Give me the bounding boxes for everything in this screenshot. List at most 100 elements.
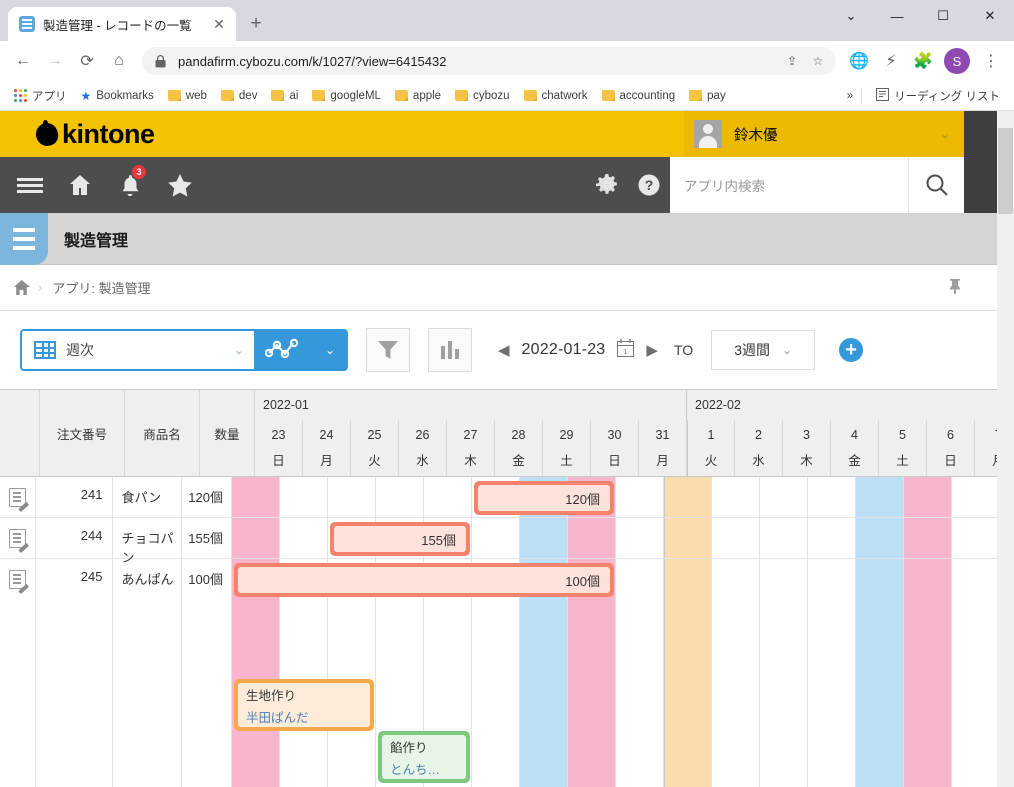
new-tab-button[interactable]: +	[242, 10, 270, 38]
bookmark-folder[interactable]: pay	[683, 87, 732, 105]
table-row[interactable]: 244 チョコパン 155個 155個	[0, 518, 1000, 565]
gantt-day-cell[interactable]	[280, 518, 328, 558]
page-vertical-scrollbar[interactable]	[997, 111, 1014, 787]
view-selector[interactable]: 週次 ⌄ ⌄	[20, 329, 348, 371]
previous-period-button[interactable]: ◀	[498, 341, 510, 359]
bookmark-star-icon[interactable]: ☆	[810, 54, 826, 68]
bookmark-apps[interactable]: アプリ	[8, 85, 73, 107]
gantt-chevron-down-icon[interactable]: ⌄	[314, 331, 346, 369]
gantt-day-cell[interactable]	[760, 477, 808, 517]
gantt-day-cell[interactable]	[856, 559, 904, 787]
gantt-quantity-bar[interactable]: 155個	[330, 522, 470, 556]
gantt-day-cell[interactable]	[520, 518, 568, 558]
breadcrumb-home-icon[interactable]	[8, 279, 34, 296]
gantt-day-cell[interactable]	[808, 477, 856, 517]
gantt-day-cell[interactable]	[664, 477, 712, 517]
bookmark-folder[interactable]: web	[162, 87, 213, 105]
gantt-day-cell[interactable]	[568, 518, 616, 558]
forward-icon[interactable]: →	[40, 46, 70, 76]
close-window-button[interactable]: ✕	[966, 0, 1014, 32]
gantt-day-cell[interactable]	[712, 477, 760, 517]
gantt-day-cell[interactable]	[616, 559, 664, 787]
gantt-day-cell[interactable]	[376, 477, 424, 517]
gantt-day-cell[interactable]	[760, 518, 808, 558]
bookmark-folder[interactable]: googleML	[306, 87, 387, 105]
start-date-value[interactable]: 2022-01-23	[522, 341, 606, 359]
kintone-logo[interactable]: kintone	[33, 119, 155, 149]
gantt-day-cell[interactable]	[712, 518, 760, 558]
share-icon[interactable]: ⇪	[784, 54, 800, 68]
home-icon[interactable]	[62, 167, 98, 203]
table-row[interactable]: 245あんぱん100個100個生地作り半田ぱんだ餡作りとんち…成型鈴木優	[0, 559, 1000, 787]
gantt-task-bar[interactable]: 餡作り とんち…	[378, 731, 470, 783]
add-record-button[interactable]: +	[839, 338, 864, 362]
column-header-product[interactable]: 商品名	[125, 390, 200, 476]
gantt-day-cell[interactable]	[664, 518, 712, 558]
bookmark-folder[interactable]: apple	[389, 87, 447, 105]
edit-record-button[interactable]	[0, 559, 37, 787]
close-tab-icon[interactable]: ✕	[210, 15, 228, 33]
gantt-day-cell[interactable]	[952, 477, 1000, 517]
chevron-down-icon[interactable]: ⌄	[782, 343, 792, 357]
edit-record-button[interactable]	[0, 477, 37, 517]
range-selector[interactable]: 3週間 ⌄	[711, 330, 816, 370]
edit-record-button[interactable]	[0, 518, 37, 558]
overflow-chevron-icon[interactable]: »	[847, 90, 853, 102]
notifications-bell-icon[interactable]: 3	[112, 165, 148, 203]
reading-list-button[interactable]: リーディング リスト	[870, 85, 1006, 107]
gear-icon[interactable]	[586, 157, 628, 213]
gantt-day-cell[interactable]	[856, 477, 904, 517]
gantt-day-cell[interactable]	[424, 477, 472, 517]
next-period-button[interactable]: ▶	[646, 341, 658, 359]
bookmark-folder[interactable]: cybozu	[449, 87, 515, 105]
gantt-day-cell[interactable]	[760, 559, 808, 787]
globe-icon[interactable]: 🌐	[844, 46, 874, 76]
filter-button[interactable]	[366, 328, 410, 372]
gantt-day-cell[interactable]	[664, 559, 712, 787]
calendar-icon[interactable]: 1	[617, 338, 635, 362]
column-header-order-no[interactable]: 注文番号	[40, 390, 125, 476]
flash-icon[interactable]: ⚡	[876, 46, 906, 76]
bookmark-folder[interactable]: ai	[265, 87, 304, 105]
table-row[interactable]: 241 食パン 120個 120個	[0, 477, 1000, 518]
gantt-quantity-bar[interactable]: 100個	[234, 563, 614, 597]
profile-avatar[interactable]: S	[944, 48, 970, 74]
bookmark-bookmarks[interactable]: ★ Bookmarks	[75, 86, 160, 106]
gantt-day-cell[interactable]	[808, 559, 856, 787]
breadcrumb-text[interactable]: アプリ: 製造管理	[52, 278, 150, 297]
gantt-day-cell[interactable]	[328, 477, 376, 517]
pin-icon[interactable]	[948, 278, 962, 297]
reload-icon[interactable]: ⟳	[72, 46, 102, 76]
chrome-menu-icon[interactable]: ⋮	[976, 46, 1006, 76]
back-icon[interactable]: ←	[8, 46, 38, 76]
gantt-day-cell[interactable]	[232, 477, 280, 517]
home-icon[interactable]: ⌂	[104, 46, 134, 76]
chevron-down-icon[interactable]: ⌄	[234, 343, 244, 357]
favorites-star-icon[interactable]	[162, 167, 198, 203]
minimize-button[interactable]: —	[874, 0, 920, 32]
gantt-day-cell[interactable]	[856, 518, 904, 558]
gantt-day-cell[interactable]	[616, 477, 664, 517]
search-button[interactable]	[908, 157, 964, 213]
tab-search-icon[interactable]: ⌄	[828, 0, 874, 32]
browser-tab[interactable]: 製造管理 - レコードの一覧 ✕	[8, 7, 236, 41]
user-menu[interactable]: 鈴木優 ⌄	[684, 111, 964, 157]
maximize-button[interactable]: ☐	[920, 0, 966, 32]
gantt-day-cell[interactable]	[952, 559, 1000, 787]
gantt-day-cell[interactable]	[232, 518, 280, 558]
page-scroll-thumb[interactable]	[998, 128, 1013, 214]
bookmark-folder[interactable]: accounting	[596, 87, 682, 105]
column-header-quantity[interactable]: 数量	[200, 390, 255, 476]
view-selector-main[interactable]: 週次 ⌄	[22, 331, 254, 369]
chevron-down-icon[interactable]: ⌄	[940, 127, 950, 141]
menu-icon[interactable]	[12, 167, 48, 203]
search-input[interactable]: アプリ内検索	[670, 157, 908, 213]
gantt-quantity-bar[interactable]: 120個	[474, 481, 614, 515]
gantt-chart-button[interactable]	[254, 331, 314, 369]
gantt-day-cell[interactable]	[616, 518, 664, 558]
gantt-day-cell[interactable]	[808, 518, 856, 558]
address-bar[interactable]: pandafirm.cybozu.com/k/1027/?view=641543…	[142, 47, 836, 75]
bookmark-folder[interactable]: chatwork	[518, 87, 594, 105]
help-icon[interactable]: ?	[628, 157, 670, 213]
gantt-day-cell[interactable]	[904, 477, 952, 517]
